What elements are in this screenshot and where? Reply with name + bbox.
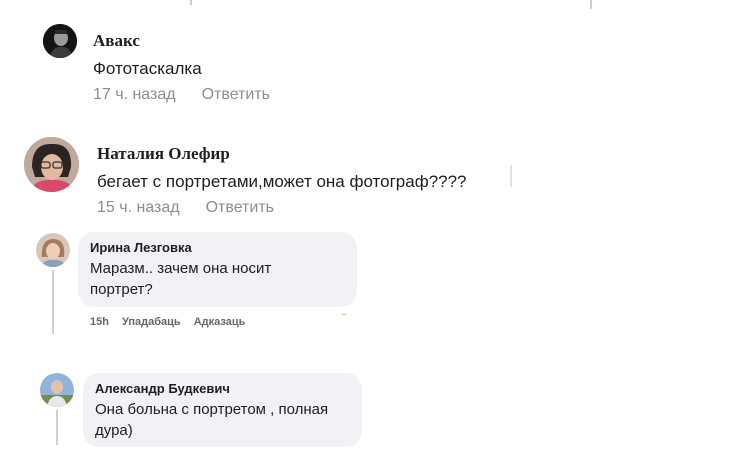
comment-text: бегает с портретами,может она фотограф??… [97,172,467,191]
reply-author[interactable]: Александр Будкевич [95,381,350,396]
top-edge-mark [590,0,592,9]
comment-timestamp[interactable]: 17 ч. назад [93,86,176,103]
comment-meta: 15 ч. назад Ответить [97,199,300,217]
edge-mark [342,314,346,315]
thread-line [52,270,54,334]
reply-text-line: дура) [95,422,133,439]
comment-meta: 17 ч. назад Ответить [93,86,296,104]
man-outdoors-avatar-icon [40,373,74,407]
monochrome-portrait-avatar-icon [43,24,77,58]
reply-author[interactable]: Ирина Лезговка [90,240,345,255]
reply-bubble: Ирина Лезговка Маразм.. зачем она носит … [78,232,357,307]
comment-text: Фототаскалка [93,59,202,78]
reply-timestamp[interactable]: 15h [90,316,109,328]
reply-text-line: Маразм.. зачем она носит [90,260,272,277]
woman-avatar-icon [36,233,70,267]
edge-mark [510,165,512,187]
reply-meta: 15h Упадабаць Адказаць [90,316,258,328]
reply-text-line: портрет? [90,281,153,298]
reply-link[interactable]: Ответить [202,86,270,103]
avatar[interactable] [36,233,70,267]
comment-author[interactable]: Авакс [93,31,140,51]
reply-bubble: Александр Будкевич Она больна с портрето… [83,373,362,447]
avatar[interactable] [43,24,77,58]
avatar[interactable] [24,137,79,192]
reply-link[interactable]: Ответить [206,199,274,216]
woman-with-glasses-avatar-icon [24,137,79,192]
avatar[interactable] [40,373,74,407]
reply-text-line: Она больна с портретом , полная [95,401,329,418]
comment-timestamp[interactable]: 15 ч. назад [97,199,180,216]
reply-link[interactable]: Адказаць [194,316,246,328]
like-link[interactable]: Упадабаць [122,316,181,328]
thread-line [56,410,58,445]
comment-author[interactable]: Наталия Олефир [97,144,230,164]
top-edge-mark [190,0,192,5]
